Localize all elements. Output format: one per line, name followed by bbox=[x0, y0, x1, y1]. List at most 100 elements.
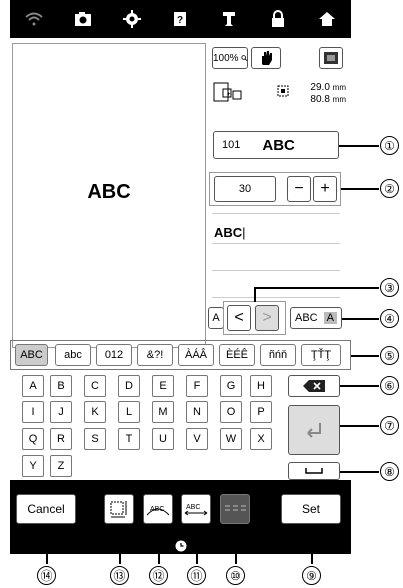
arc-text-button[interactable]: ABC bbox=[143, 494, 173, 524]
key-label: D bbox=[125, 380, 133, 392]
spacing-icon: ABC bbox=[184, 504, 208, 516]
frame-icon bbox=[324, 52, 338, 64]
help-icon[interactable]: ? bbox=[168, 7, 192, 31]
mode-left-button[interactable]: A bbox=[208, 307, 224, 329]
input-text: ABC bbox=[214, 225, 243, 240]
callout-11: ⑪ bbox=[187, 566, 206, 585]
key-y[interactable]: Y bbox=[22, 455, 44, 477]
cancel-button[interactable]: Cancel bbox=[16, 494, 76, 524]
set-button[interactable]: Set bbox=[281, 494, 341, 524]
key-v[interactable]: V bbox=[186, 428, 208, 450]
layout-icon[interactable]: + bbox=[213, 77, 243, 105]
key-j[interactable]: J bbox=[50, 401, 72, 423]
tab-numbers[interactable]: 012 bbox=[96, 344, 132, 366]
key-x[interactable]: X bbox=[250, 428, 272, 450]
key-g[interactable]: G bbox=[220, 375, 242, 397]
zoom-button[interactable]: 100% bbox=[212, 47, 248, 69]
arrange-button[interactable] bbox=[104, 494, 134, 524]
tab-accents-e[interactable]: ÈÉÊ bbox=[219, 344, 255, 366]
key-label: X bbox=[257, 433, 265, 445]
key-w[interactable]: W bbox=[220, 428, 242, 450]
tab-lowercase[interactable]: abc bbox=[55, 344, 91, 366]
key-n[interactable]: N bbox=[186, 401, 208, 423]
cursor-prev-button[interactable]: < bbox=[227, 305, 251, 331]
key-label: M bbox=[158, 406, 168, 418]
size-height: 80.8 bbox=[310, 94, 330, 105]
key-k[interactable]: K bbox=[84, 401, 106, 423]
cursor-next-button[interactable]: > bbox=[255, 305, 279, 331]
key-label: R bbox=[57, 433, 65, 445]
tab-accents-t[interactable]: ŢŤŢ bbox=[301, 344, 341, 366]
tab-label: 012 bbox=[104, 349, 124, 361]
backspace-button[interactable] bbox=[288, 375, 340, 397]
key-label: P bbox=[257, 406, 265, 418]
size-minus-button[interactable]: − bbox=[287, 176, 311, 202]
key-c[interactable]: C bbox=[84, 375, 106, 397]
key-u[interactable]: U bbox=[152, 428, 174, 450]
key-e[interactable]: E bbox=[152, 375, 174, 397]
camera-icon[interactable] bbox=[71, 7, 95, 31]
font-select-button[interactable]: 101 ABC bbox=[213, 131, 339, 159]
key-label: E bbox=[159, 380, 167, 392]
key-q[interactable]: Q bbox=[22, 428, 44, 450]
status-bar bbox=[10, 538, 351, 554]
callout-7: ⑦ bbox=[380, 416, 399, 435]
key-label: F bbox=[193, 380, 201, 392]
lock-icon[interactable] bbox=[266, 7, 290, 31]
callout-13: ⑬ bbox=[110, 566, 129, 585]
set-label: Set bbox=[301, 502, 320, 516]
key-z[interactable]: Z bbox=[50, 455, 72, 477]
callout-9: ⑨ bbox=[302, 566, 321, 585]
text-mode-button[interactable]: ABC A bbox=[290, 307, 342, 329]
size-value: 30 bbox=[214, 176, 276, 202]
input-text-field[interactable]: ABC| bbox=[214, 225, 246, 240]
tab-label: &?! bbox=[146, 349, 164, 361]
enter-button[interactable] bbox=[288, 405, 340, 455]
key-l[interactable]: L bbox=[118, 401, 140, 423]
key-r[interactable]: R bbox=[50, 428, 72, 450]
key-m[interactable]: M bbox=[152, 401, 174, 423]
embroidery-preview[interactable]: ABC bbox=[12, 43, 206, 348]
mode-left-label: A bbox=[212, 312, 220, 324]
spacing-button[interactable]: ABC bbox=[181, 494, 211, 524]
callout-line bbox=[311, 524, 313, 564]
key-label: Z bbox=[57, 460, 65, 472]
key-label: W bbox=[225, 433, 237, 445]
key-p[interactable]: P bbox=[250, 401, 272, 423]
key-label: H bbox=[257, 380, 265, 392]
alignment-icon bbox=[225, 505, 246, 511]
key-d[interactable]: D bbox=[118, 375, 140, 397]
tab-accents-a[interactable]: ÀÁÂ bbox=[178, 344, 214, 366]
key-h[interactable]: H bbox=[250, 375, 272, 397]
callout-line bbox=[254, 287, 256, 302]
tab-symbols[interactable]: &?! bbox=[137, 344, 173, 366]
hand-button[interactable] bbox=[251, 47, 281, 69]
key-b[interactable]: B bbox=[50, 375, 72, 397]
backspace-icon bbox=[303, 380, 325, 392]
hand-icon bbox=[262, 51, 272, 65]
tab-uppercase[interactable]: ABC bbox=[15, 344, 48, 366]
home-icon[interactable] bbox=[315, 7, 339, 31]
key-f[interactable]: F bbox=[186, 375, 208, 397]
frame-button[interactable] bbox=[319, 47, 343, 69]
callout-line bbox=[254, 287, 379, 289]
tab-label: ÈÉÊ bbox=[225, 349, 248, 361]
alignment-button[interactable] bbox=[220, 494, 250, 524]
key-s[interactable]: S bbox=[84, 428, 106, 450]
tab-accents-n[interactable]: ñńň bbox=[260, 344, 296, 366]
clock-icon bbox=[175, 540, 187, 552]
wifi-icon[interactable] bbox=[22, 7, 46, 31]
cancel-label: Cancel bbox=[27, 502, 65, 516]
space-button[interactable] bbox=[288, 462, 340, 480]
gear-icon[interactable] bbox=[120, 7, 144, 31]
key-t[interactable]: T bbox=[118, 428, 140, 450]
unit-label: mm bbox=[332, 83, 346, 92]
key-a[interactable]: A bbox=[22, 375, 44, 397]
key-o[interactable]: O bbox=[220, 401, 242, 423]
plus-label: + bbox=[320, 180, 330, 197]
size-plus-button[interactable]: + bbox=[313, 176, 337, 202]
key-label: V bbox=[193, 433, 201, 445]
arrange-icon bbox=[110, 501, 127, 518]
key-i[interactable]: I bbox=[22, 401, 44, 423]
machine-icon[interactable] bbox=[217, 7, 241, 31]
